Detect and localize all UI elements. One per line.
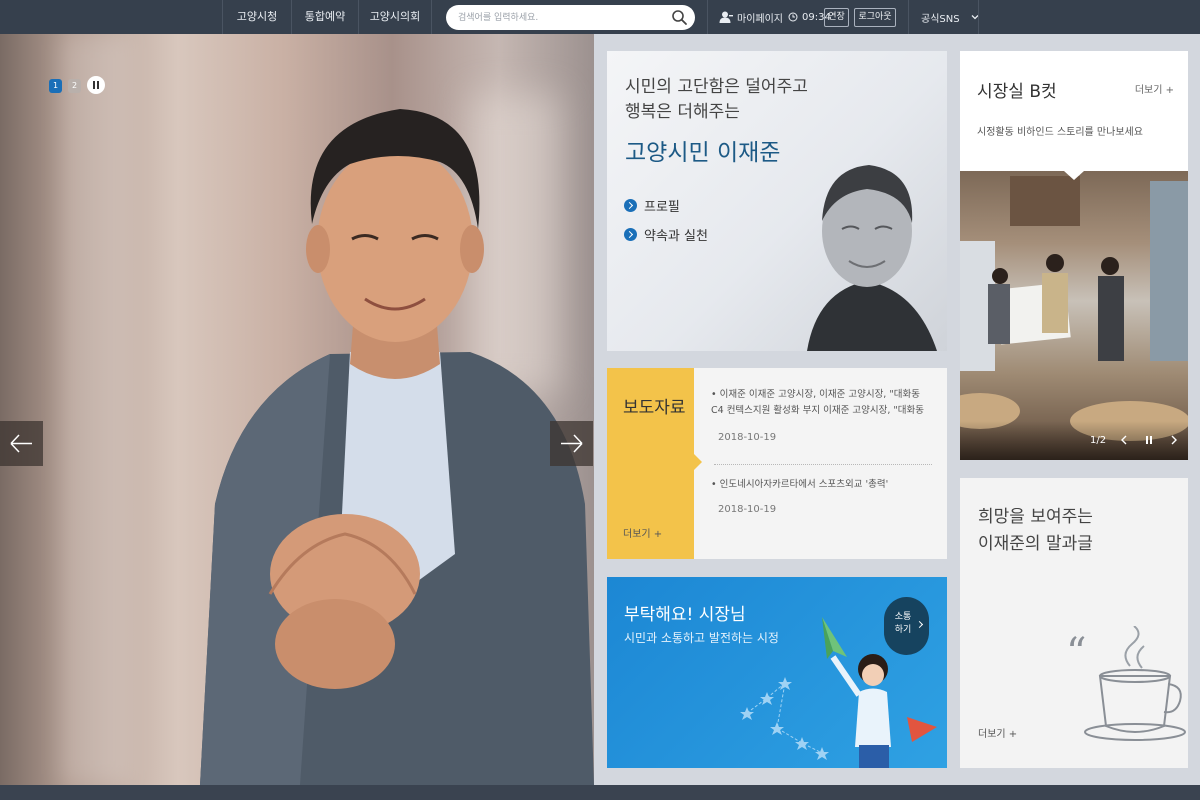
- slide-page-2-button[interactable]: 2: [68, 79, 81, 93]
- slide-pause-button[interactable]: [87, 76, 105, 94]
- arrow-left-icon: [10, 434, 32, 453]
- plus-icon: +: [1165, 85, 1174, 96]
- search-input[interactable]: [458, 9, 663, 26]
- news-date: 2018-10-19: [718, 432, 777, 443]
- nav-link-city-hall[interactable]: 고양시청: [223, 0, 291, 34]
- slide-next-button[interactable]: [550, 421, 593, 466]
- chevron-right-icon: [1171, 435, 1177, 445]
- press-release-header: 보도자료 더보기 +: [607, 368, 694, 559]
- top-navigation-bar: 고양시청 통합예약 고양시의회 마이페이지 09:34 연장 로그아웃 공식SN…: [0, 0, 1200, 34]
- press-release-panel: 보도자료 더보기 + • 이재준 이재준 고양시장, 이재준 고양시장, "대화…: [607, 368, 947, 559]
- promise-link[interactable]: 약속과 실천: [624, 225, 708, 244]
- mayor-profile-photo: [807, 165, 937, 351]
- press-more-label: 더보기: [623, 529, 651, 540]
- bcut-prev-button[interactable]: [1117, 433, 1131, 447]
- bcut-photo[interactable]: [960, 171, 1188, 460]
- sns-dropdown[interactable]: 공식SNS: [921, 0, 980, 34]
- words-writings-panel[interactable]: 희망을 보여주는 이재준의 말과글 “ 더보기 +: [960, 478, 1188, 768]
- news-date: 2018-10-19: [718, 504, 777, 515]
- news-headline[interactable]: • 이재준 이재준 고양시장, 이재준 고양시장, "대화동 C4 컨텍스지원 …: [711, 387, 931, 419]
- arrow-right-icon: [561, 434, 583, 453]
- words-title-line-1: 희망을 보여주는: [978, 507, 1093, 527]
- coffee-cup-icon: “: [1066, 626, 1186, 741]
- profile-slogan: 시민의 고단함은 덜어주고 행복은 더해주는: [625, 75, 808, 125]
- nav-divider: [431, 0, 432, 34]
- profile-name: 고양시민 이재준: [625, 140, 781, 166]
- pause-icon: [1146, 436, 1152, 444]
- profile-link[interactable]: 프로필: [624, 196, 680, 215]
- search-box: [446, 5, 695, 30]
- clock-icon: [788, 12, 798, 22]
- request-mayor-panel[interactable]: 부탁해요! 시장님 시민과 소통하고 발전하는 시정 소통 하기: [607, 577, 947, 768]
- mypage-link[interactable]: 마이페이지: [719, 0, 783, 34]
- hero-slider: 1 2: [0, 34, 594, 785]
- promise-link-label: 약속과 실천: [644, 228, 708, 244]
- plus-icon: +: [1008, 729, 1018, 740]
- profile-link-label: 프로필: [644, 199, 680, 215]
- divider: [714, 464, 932, 465]
- press-more-link[interactable]: 더보기 +: [623, 525, 662, 540]
- profile-slogan-line-2: 행복은 더해주는: [625, 102, 740, 122]
- behind-photo-panel: 시장실 B컷 더보기 + 시정활동 비하인드 스토리를 만나보세요 1/2: [960, 51, 1188, 460]
- bcut-slider-controls: 1/2: [960, 421, 1188, 460]
- bcut-next-button[interactable]: [1167, 433, 1181, 447]
- search-icon[interactable]: [671, 9, 688, 26]
- footer-bar: [0, 785, 1200, 800]
- plus-icon: +: [653, 529, 663, 540]
- bcut-slide-counter: 1/2: [1090, 435, 1107, 446]
- nav-link-city-council[interactable]: 고양시의회: [359, 0, 431, 34]
- mypage-label: 마이페이지: [737, 13, 783, 25]
- nav-divider: [707, 0, 708, 34]
- sns-label: 공식SNS: [921, 13, 960, 25]
- bcut-header-pointer: [1064, 171, 1084, 180]
- bcut-photo-scene: [960, 176, 1188, 441]
- nav-link-reservation[interactable]: 통합예약: [292, 0, 358, 34]
- svg-text:“: “: [1066, 630, 1086, 676]
- bcut-more-link[interactable]: 더보기 +: [1135, 81, 1174, 96]
- bcut-more-label: 더보기: [1134, 85, 1163, 96]
- words-more-label: 더보기: [978, 729, 1006, 740]
- chevron-right-icon: [624, 227, 637, 241]
- bcut-pause-button[interactable]: [1142, 433, 1156, 447]
- chevron-left-icon: [1121, 435, 1127, 445]
- slide-prev-button[interactable]: [0, 421, 43, 466]
- bcut-subtitle: 시정활동 비하인드 스토리를 만나보세요: [977, 127, 1143, 138]
- press-release-title: 보도자료: [623, 398, 686, 418]
- user-icon: [719, 11, 733, 23]
- press-header-pointer: [694, 454, 702, 470]
- bcut-title: 시장실 B컷: [977, 82, 1057, 102]
- extend-session-button[interactable]: 연장: [824, 8, 849, 27]
- request-illustration: [740, 617, 937, 768]
- nav-divider: [908, 0, 909, 34]
- logout-button[interactable]: 로그아웃: [854, 8, 896, 27]
- mayor-portrait-image: [200, 109, 594, 785]
- nav-divider: [978, 0, 979, 34]
- words-more-link[interactable]: 더보기 +: [978, 725, 1017, 740]
- chevron-right-icon: [624, 198, 637, 212]
- slide-page-1-button[interactable]: 1: [49, 79, 62, 93]
- words-title-line-2: 이재준의 말과글: [978, 534, 1093, 554]
- mayor-profile-panel: 시민의 고단함은 덜어주고 행복은 더해주는 고양시민 이재준 프로필 약속과 …: [607, 51, 947, 351]
- news-headline[interactable]: • 인도네시아자카르타에서 스포츠외교 '총력': [711, 477, 931, 493]
- profile-slogan-line-1: 시민의 고단함은 덜어주고: [625, 77, 808, 97]
